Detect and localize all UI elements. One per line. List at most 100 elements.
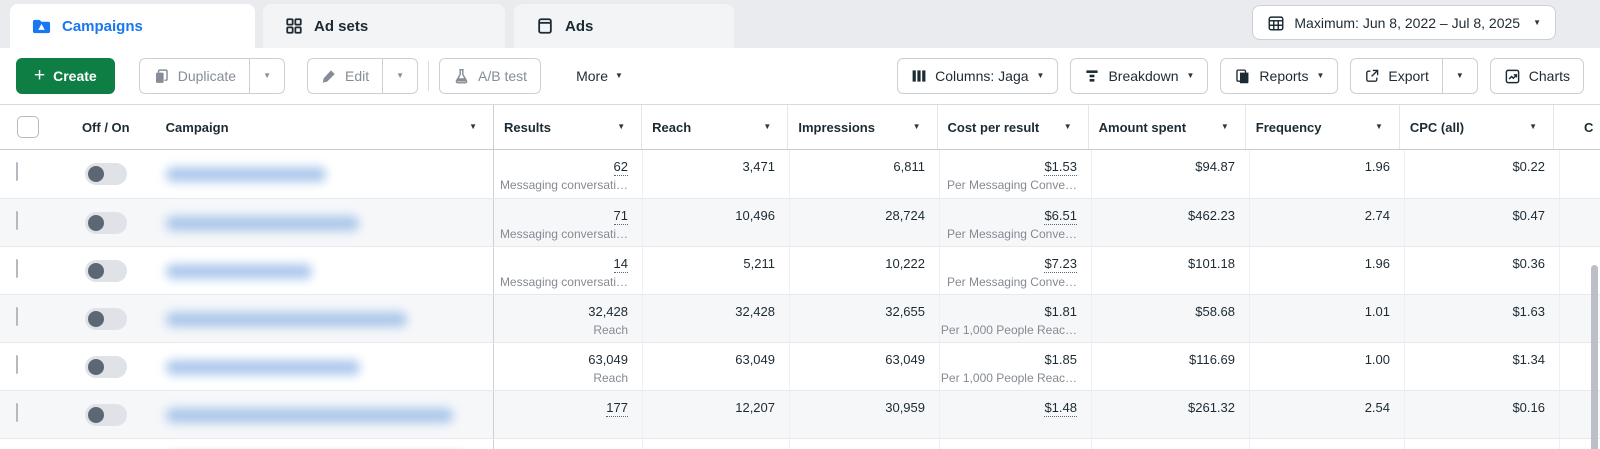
export-icon — [1364, 68, 1380, 84]
ab-test-button[interactable]: A/B test — [439, 58, 542, 94]
tab-label: Ad sets — [314, 17, 369, 35]
cell-amount-spent: $116.69 — [1092, 343, 1250, 390]
column-header-campaign[interactable]: Campaign ▼ — [155, 105, 493, 149]
chevron-down-icon: ▼ — [1455, 71, 1464, 80]
cell-results-value: 14 — [613, 256, 628, 273]
cell-frequency-value: 1.01 — [1364, 304, 1390, 319]
cell-results: 32,428 Reach — [494, 295, 643, 342]
charts-button[interactable]: Charts — [1489, 58, 1584, 94]
cell-frequency: 2.54 — [1250, 391, 1405, 438]
cell-reach: 10,496 — [643, 199, 790, 246]
column-header-reach[interactable]: Reach ▼ — [642, 105, 789, 149]
column-header-off-on: Off / On — [81, 119, 130, 135]
cell-impressions-value: 10,222 — [885, 256, 925, 271]
campaign-name-cell[interactable] — [155, 391, 493, 438]
cell-cost-per-result-value: $1.81 — [1044, 304, 1077, 319]
cell-results-value: 71 — [613, 208, 628, 225]
edit-dropdown-button[interactable]: ▼ — [382, 58, 419, 94]
export-dropdown-button[interactable]: ▼ — [1441, 58, 1478, 94]
row-checkbox[interactable] — [16, 259, 18, 278]
toggle-knob — [87, 263, 104, 279]
create-label: Create — [53, 68, 97, 84]
cell-frequency: 1.96 — [1250, 150, 1405, 198]
cell-reach: 5,211 — [643, 247, 790, 294]
campaign-off-on-toggle[interactable] — [84, 163, 127, 185]
edit-button[interactable]: Edit — [307, 58, 383, 94]
select-all-checkbox[interactable] — [17, 116, 40, 138]
cell-cpc-value: $0.16 — [1512, 400, 1545, 415]
cell-results: 63,049 Reach — [494, 343, 643, 390]
cell-results: 14 Messaging conversati… — [494, 247, 643, 294]
row-checkbox[interactable] — [16, 211, 18, 230]
create-button[interactable]: + Create — [16, 58, 115, 94]
tab-campaigns[interactable]: Campaigns — [10, 4, 255, 48]
chevron-down-icon: ▼ — [396, 71, 405, 80]
sort-caret-icon: ▼ — [912, 122, 921, 131]
column-header-results[interactable]: Results ▼ — [494, 105, 643, 149]
row-checkbox[interactable] — [16, 162, 18, 181]
row-checkbox[interactable] — [16, 355, 18, 374]
cell-frequency-value: 1.96 — [1364, 159, 1390, 174]
campaign-off-on-toggle[interactable] — [84, 308, 127, 330]
campaign-name-cell[interactable] — [155, 343, 493, 390]
more-button[interactable]: More ▼ — [563, 58, 636, 94]
date-range-selector[interactable]: Maximum: Jun 8, 2022 – Jul 8, 2025 ▼ — [1252, 5, 1556, 40]
campaign-name-cell[interactable] — [155, 199, 493, 246]
campaign-name-cell[interactable] — [155, 150, 493, 198]
edit-label: Edit — [345, 68, 370, 84]
frozen-row-pane — [0, 295, 494, 342]
copy-icon — [153, 68, 170, 85]
campaign-name-cell[interactable] — [155, 439, 493, 449]
tab-ad-sets[interactable]: Ad sets — [263, 4, 505, 48]
column-header-impressions[interactable]: Impressions ▼ — [788, 105, 938, 149]
cell-cpc-value: $1.63 — [1512, 304, 1545, 319]
toggle-cell — [57, 439, 155, 449]
cell-amount-spent: $101.18 — [1092, 247, 1250, 294]
cell-reach-value: 63,049 — [735, 352, 775, 367]
tab-ads[interactable]: Ads — [514, 4, 734, 48]
table-row: 62 Messaging conversati… 3,471 6,811 $1.53 Pe… — [0, 150, 1600, 198]
campaign-name-cell[interactable] — [155, 247, 493, 294]
blurred-campaign-name — [165, 360, 360, 375]
cell-cost-per-result: $1.81 Per 1,000 People Reac… — [940, 295, 1092, 342]
reports-button[interactable]: Reports ▼ — [1220, 58, 1339, 94]
campaign-off-on-toggle[interactable] — [84, 356, 127, 378]
frozen-row-pane — [0, 199, 494, 246]
row-checkbox[interactable] — [16, 403, 18, 422]
cell-impressions-value: 28,724 — [885, 208, 925, 223]
row-checkbox[interactable] — [16, 307, 18, 326]
cell-reach: 63,049 — [643, 343, 790, 390]
table-row: 14 Messaging conversati… 5,211 10,222 $7.23 P… — [0, 246, 1600, 294]
sort-caret-icon: ▼ — [1063, 122, 1072, 131]
campaign-off-on-toggle[interactable] — [84, 212, 127, 234]
toggle-cell — [57, 343, 155, 390]
cell-cost-per-result-value: $1.53 — [1044, 159, 1077, 176]
campaign-off-on-toggle[interactable] — [84, 260, 127, 282]
campaign-off-on-toggle[interactable] — [84, 404, 127, 426]
frozen-header-pane: Off / On Campaign ▼ — [0, 105, 494, 149]
cell-amount-spent: $94.87 — [1092, 150, 1250, 198]
sort-caret-icon: ▼ — [1220, 122, 1229, 131]
column-header-cpc[interactable]: CPC (all) ▼ — [1400, 105, 1554, 149]
vertical-scrollbar[interactable] — [1591, 265, 1598, 449]
blurred-campaign-name — [165, 312, 407, 327]
duplicate-button[interactable]: Duplicate — [138, 58, 250, 94]
cell-cost-per-result-value: $1.85 — [1044, 352, 1077, 367]
toggle-knob — [87, 311, 104, 327]
cell-frequency-value: 2.74 — [1364, 208, 1390, 223]
column-header-cost-per-result[interactable]: Cost per result ▼ — [938, 105, 1089, 149]
cell-cpc: $0.36 — [1405, 247, 1560, 294]
export-button[interactable]: Export — [1350, 58, 1442, 94]
cell-impressions-value: 30,959 — [885, 400, 925, 415]
cell-reach-value: 10,496 — [735, 208, 775, 223]
campaign-name-cell[interactable] — [155, 295, 493, 342]
breakdown-label: Breakdown — [1108, 68, 1179, 84]
duplicate-dropdown-button[interactable]: ▼ — [249, 58, 285, 94]
column-header-amount-spent[interactable]: Amount spent ▼ — [1089, 105, 1246, 149]
cell-amount-spent-value: $462.23 — [1188, 208, 1235, 223]
tab-strip: Campaigns Ad sets Ads Maximum: Jun 8, 20… — [0, 0, 1600, 48]
breakdown-button[interactable]: Breakdown ▼ — [1070, 58, 1209, 94]
column-header-frequency[interactable]: Frequency ▼ — [1246, 105, 1400, 149]
columns-button[interactable]: Columns: Jaga ▼ — [897, 58, 1059, 94]
export-label: Export — [1388, 68, 1429, 84]
